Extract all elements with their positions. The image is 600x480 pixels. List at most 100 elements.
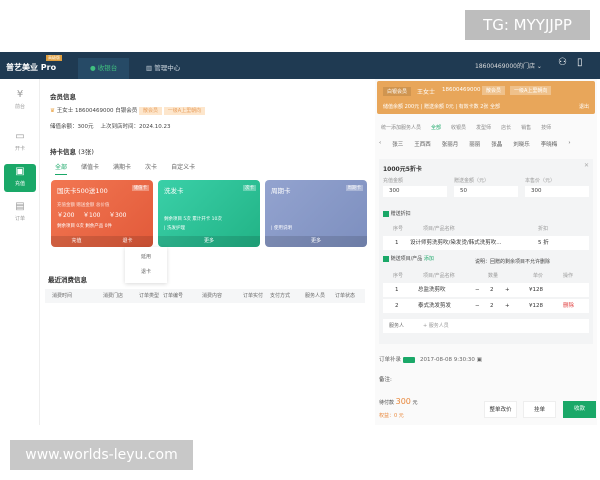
sidebar-item-open-card[interactable]: ▭ 开卡: [4, 129, 36, 157]
calendar-icon[interactable]: ▣: [477, 357, 482, 363]
datetime-input[interactable]: 2017-08-08 9:30:30: [420, 357, 475, 363]
tab-period[interactable]: 满期卡: [113, 162, 131, 175]
card-type: 周期卡: [345, 185, 363, 191]
filter[interactable]: 收银员: [451, 124, 466, 131]
balance: 储值余额：300元: [50, 124, 94, 130]
filter[interactable]: 发型师: [476, 124, 491, 131]
increment-button[interactable]: +: [505, 283, 510, 297]
staff[interactable]: 李晓梅: [541, 140, 558, 148]
unit: 元: [412, 400, 418, 406]
staff[interactable]: 丽丽: [469, 140, 480, 148]
moneybag-icon: ●: [90, 64, 98, 72]
quantity[interactable]: 2: [490, 299, 494, 313]
mobile-icon[interactable]: ▯: [577, 57, 583, 68]
benefit: 权益：0 元: [379, 413, 404, 419]
col: 项目/产品名称: [423, 226, 455, 232]
supplement-toggle[interactable]: [402, 356, 415, 363]
quantity[interactable]: 2: [490, 283, 494, 297]
delete-button[interactable]: 删除: [563, 299, 574, 313]
sidebar-item-orders[interactable]: ▤ 订单: [4, 199, 36, 227]
member-name: 王女士: [56, 108, 74, 114]
member-tag: 一级A上里朝向: [163, 107, 206, 115]
col: 服务人员: [305, 293, 326, 299]
close-icon[interactable]: ✕: [584, 162, 589, 169]
col: 项目/产品名称: [423, 273, 455, 279]
staff[interactable]: 张晶: [491, 140, 502, 148]
checkout-button[interactable]: 收款: [563, 401, 596, 418]
add-staff-button[interactable]: + 服务人员: [423, 319, 449, 333]
decrement-button[interactable]: −: [475, 283, 480, 297]
checkbox-icon: [383, 210, 389, 217]
tab-cashier[interactable]: ● 收银台: [78, 58, 130, 79]
card-wash[interactable]: 洗发卡 次卡 剩余项目 5次 累计开卡 10次 | 洗发护理 更多: [158, 180, 260, 247]
user-icon[interactable]: ⚇: [558, 57, 567, 68]
filter[interactable]: 全部: [431, 124, 441, 131]
more-button[interactable]: 更多: [265, 236, 367, 247]
wallet-icon: ▣: [15, 166, 25, 177]
card-desc: | 洗发护理: [164, 226, 185, 231]
items-check[interactable]: 随送项目/产品 添加: [383, 255, 434, 262]
crown-icon: ♛: [50, 108, 55, 114]
count: (3张): [78, 148, 94, 156]
price-input[interactable]: 300: [525, 186, 589, 197]
phone: 18600469000: [442, 87, 481, 93]
card-value: ￥100: [83, 212, 101, 219]
field-label: 本售价（元）: [525, 178, 556, 184]
chevron-right-icon[interactable]: ›: [568, 140, 570, 148]
more-button[interactable]: 更多: [158, 236, 260, 247]
price: ¥128: [529, 287, 543, 293]
card-actions: 充值 退卡: [51, 236, 153, 247]
remark-field[interactable]: 备注:: [379, 375, 392, 383]
tab-all[interactable]: 全部: [55, 162, 68, 175]
staff[interactable]: 张三: [392, 140, 403, 148]
gift-amount-input[interactable]: 50: [454, 186, 518, 197]
filter[interactable]: 店长: [501, 124, 511, 131]
add-link[interactable]: 添加: [424, 256, 434, 262]
change-price-button[interactable]: 整单改价: [484, 401, 517, 418]
note: 说明：回赠的剩余项目不允许删除: [475, 259, 551, 265]
tab-stored[interactable]: 储值卡: [81, 162, 99, 175]
menu-item-extend[interactable]: 延用: [125, 253, 167, 260]
staff[interactable]: 刘晓乐: [513, 140, 530, 148]
chart-icon: ▥: [146, 64, 155, 72]
staff[interactable]: 王西西: [414, 140, 431, 148]
increment-button[interactable]: +: [505, 299, 510, 313]
cell: 1: [395, 240, 399, 246]
gift-discount-check[interactable]: 赠送折扣: [383, 210, 411, 217]
consumption-table-header: 消费时间 消费门店 订单类型 订单编号 消费内容 订单实付 支付方式 服务人员 …: [45, 289, 365, 303]
label: 赠送折扣: [390, 211, 411, 217]
tab-management[interactable]: ▥ 管理中心: [134, 58, 192, 79]
recharge-amount-input[interactable]: 300: [383, 186, 447, 197]
sidebar-item-recharge[interactable]: ▣ 充值: [4, 164, 36, 192]
filter[interactable]: 销售: [521, 124, 531, 131]
form-title: 1000元5折卡: [383, 166, 422, 173]
store-selector[interactable]: 18600469000的门店 ⌄: [475, 61, 542, 70]
hold-order-button[interactable]: 挂单: [523, 401, 556, 418]
brand-logo: 普艺美业 Pro: [6, 63, 57, 72]
recharge-button[interactable]: 充值: [51, 236, 102, 247]
sidebar-item-front[interactable]: ¥ 前台: [4, 87, 36, 115]
label: 统一添加服务人员: [381, 125, 422, 131]
staff[interactable]: 张丽月: [442, 140, 459, 148]
label: 开卡: [14, 146, 25, 152]
card-stored-value[interactable]: 国庆卡500送100 储值卡 充值金额 赠送金额 总价值 ￥200 ￥100 ￥…: [51, 180, 153, 247]
tag: 一级A上里朝向: [510, 86, 552, 95]
label: 前台: [14, 104, 25, 110]
tab-count[interactable]: 次卡: [145, 162, 157, 175]
cell: 泰式洗发剪发: [418, 303, 452, 309]
col: 折扣: [538, 226, 549, 232]
supplement-row: 订单补录 2017-08-08 9:30:30 ▣: [379, 355, 482, 363]
refund-card-button[interactable]: 退卡: [102, 236, 153, 247]
clipboard-icon: ▤: [15, 201, 25, 212]
card-period[interactable]: 周期卡 周期卡 | 使用说明 更多: [265, 180, 367, 247]
member-level: 白银会员: [115, 108, 138, 114]
level: 白银会员: [383, 87, 412, 96]
member-phone: 18600469000: [74, 108, 114, 114]
filter[interactable]: 技师: [541, 124, 551, 131]
chevron-left-icon[interactable]: ‹: [379, 140, 381, 148]
order-panel: 白银会员 王女士 18600469000 散会员 一级A上里朝向 储值余额 20…: [375, 79, 597, 425]
decrement-button[interactable]: −: [475, 299, 480, 313]
menu-item-refund[interactable]: 退卡: [125, 268, 167, 275]
tab-custom[interactable]: 自定义卡: [171, 162, 195, 175]
exit-button[interactable]: 退出: [579, 103, 589, 110]
